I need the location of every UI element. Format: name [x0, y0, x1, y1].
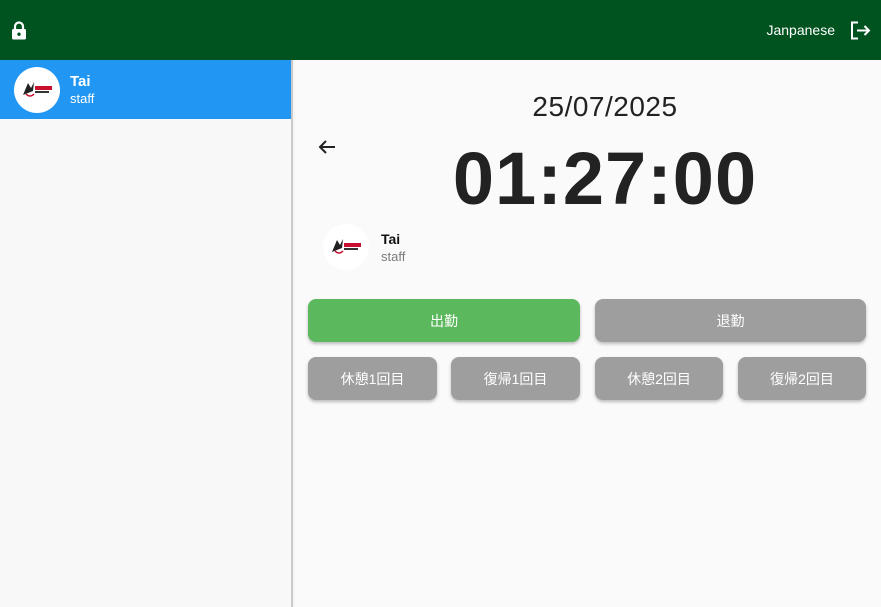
topbar-actions: Janpanese [766, 19, 871, 41]
clock-out-button[interactable]: 退勤 [595, 299, 866, 342]
language-selector[interactable]: Janpanese [766, 22, 835, 38]
sidebar-item-tai[interactable]: Tai staff [0, 60, 291, 119]
current-time: 01:27:00 [452, 137, 758, 220]
break1-start-button[interactable]: 休憩1回目 [308, 357, 437, 400]
current-date: 25/07/2025 [532, 91, 678, 122]
lock-icon[interactable] [10, 20, 28, 40]
logout-icon[interactable] [849, 19, 871, 41]
break1-end-button[interactable]: 復帰1回目 [451, 357, 580, 400]
brand-logo-icon [332, 239, 361, 254]
sidebar-item-name: Tai [70, 73, 91, 90]
staff-sidebar: Tai staff [0, 60, 293, 607]
profile-text: Tai staff [381, 231, 405, 264]
profile-role: staff [381, 248, 406, 264]
break2-end-button[interactable]: 復帰2回目 [738, 357, 866, 400]
break2-start-button[interactable]: 休憩2回目 [595, 357, 723, 400]
profile-name: Tai [381, 230, 401, 247]
top-app-bar: Janpanese [0, 0, 881, 60]
sidebar-item-text: Tai staff [70, 73, 94, 106]
brand-logo-icon [23, 81, 52, 97]
sidebar-item-role: staff [70, 91, 95, 106]
staff-profile: Tai staff [323, 224, 405, 270]
avatar [323, 224, 369, 270]
avatar [14, 66, 60, 113]
attendance-panel: 25/07/2025 01:27:00 Tai staff 出勤 退勤 休憩1回… [295, 60, 881, 607]
clock-in-button[interactable]: 出勤 [308, 299, 580, 342]
